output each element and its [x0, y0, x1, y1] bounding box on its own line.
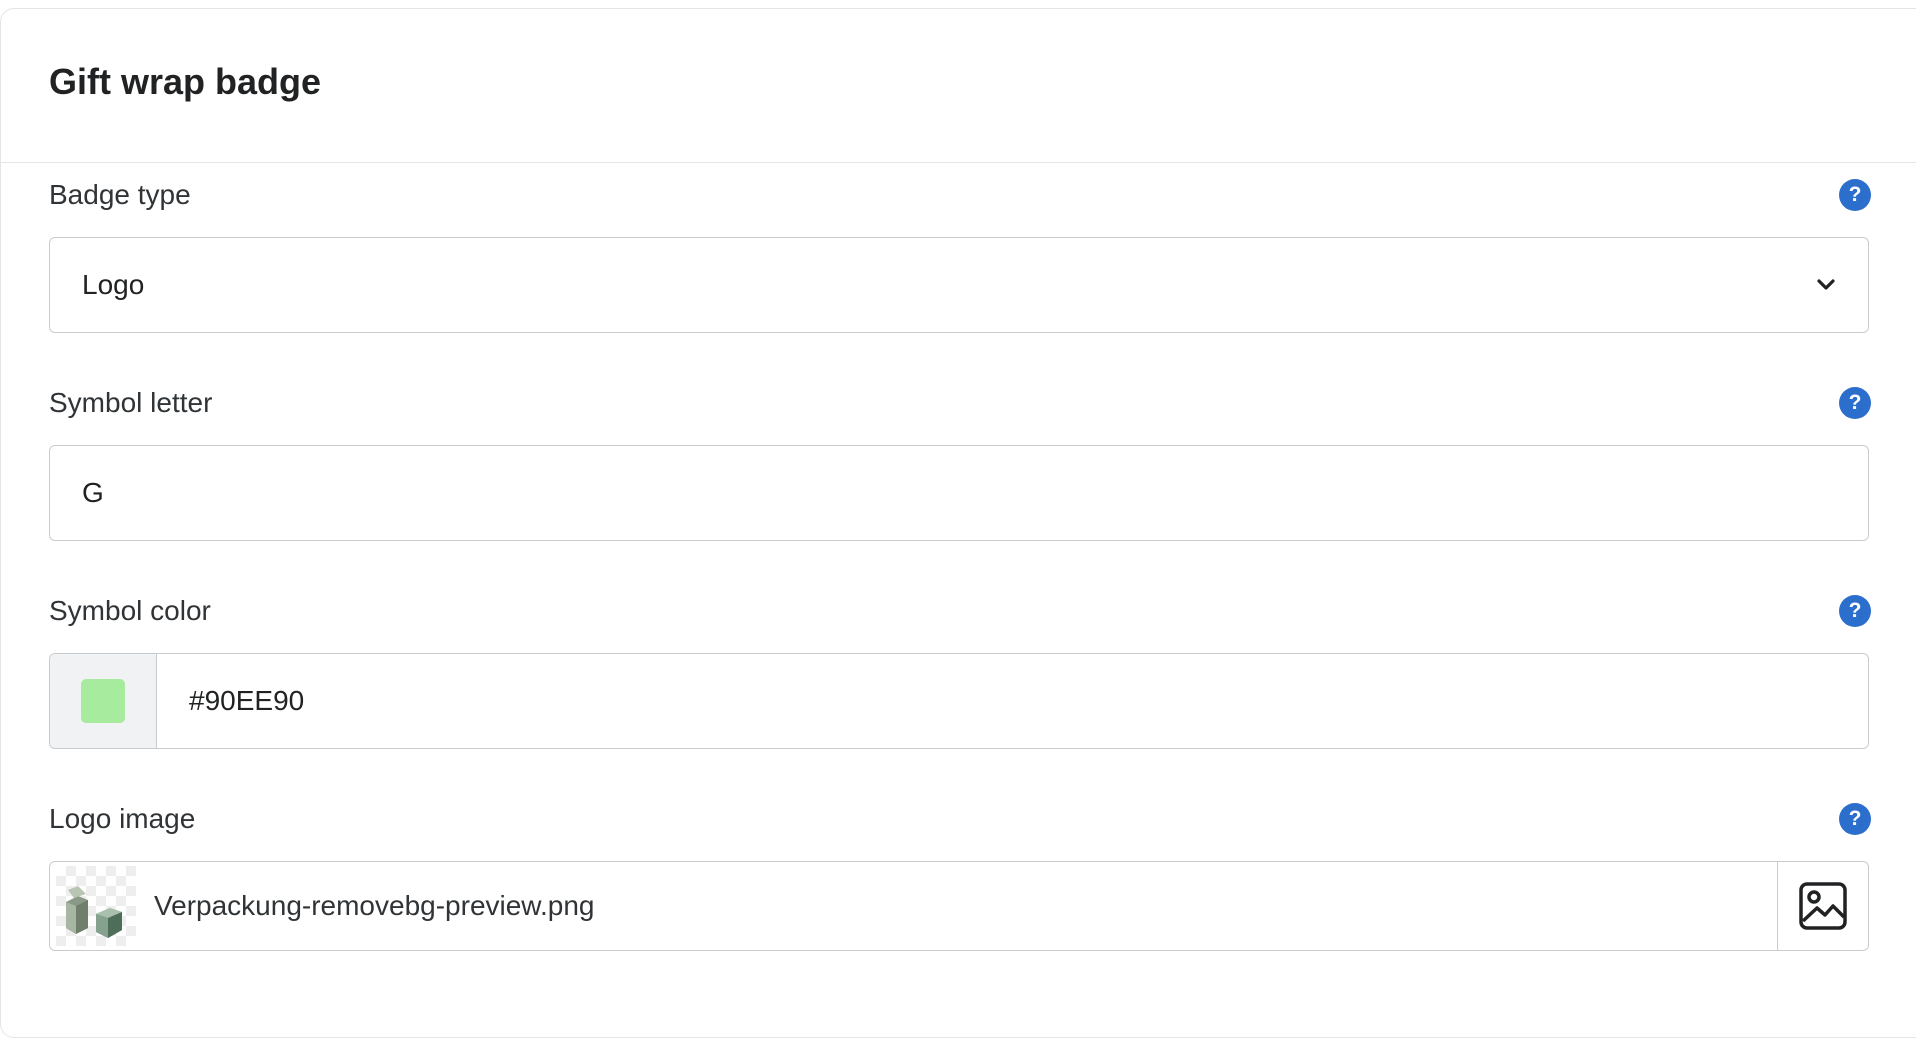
symbol-color-value: #90EE90	[189, 685, 305, 716]
image-icon	[1799, 882, 1847, 930]
badge-type-select[interactable]: Logo	[49, 237, 1869, 333]
symbol-letter-help-icon[interactable]: ?	[1839, 387, 1871, 419]
gift-wrap-badge-card: Gift wrap badge Badge type ? Logo Symbol…	[0, 8, 1916, 1038]
badge-type-field: Badge type ? Logo	[49, 177, 1871, 333]
logo-image-input[interactable]: Verpackung-removebg-preview.png	[49, 861, 1869, 951]
symbol-letter-label: Symbol letter	[49, 387, 213, 418]
symbol-letter-input[interactable]: G	[49, 445, 1869, 541]
chevron-down-icon	[1817, 279, 1835, 290]
symbol-color-label-row: Symbol color ?	[49, 593, 1871, 629]
symbol-color-field: Symbol color ? #90EE90	[49, 593, 1871, 749]
badge-type-selected-value: Logo	[82, 269, 145, 300]
color-swatch-button[interactable]	[50, 654, 157, 748]
logo-thumbnail	[56, 866, 136, 946]
badge-type-help-icon[interactable]: ?	[1839, 179, 1871, 211]
badge-type-label-row: Badge type ?	[49, 177, 1871, 213]
logo-file-name: Verpackung-removebg-preview.png	[154, 890, 595, 921]
symbol-letter-label-row: Symbol letter ?	[49, 385, 1871, 421]
symbol-color-input[interactable]: #90EE90	[49, 653, 1869, 749]
card-header: Gift wrap badge	[1, 9, 1916, 163]
card-title: Gift wrap badge	[49, 60, 322, 102]
logo-image-help-icon[interactable]: ?	[1839, 803, 1871, 835]
badge-type-label: Badge type	[49, 179, 191, 210]
symbol-color-help-icon[interactable]: ?	[1839, 595, 1871, 627]
logo-image-field: Logo image ? Verpackung-removebg-preview…	[49, 801, 1871, 951]
gift-boxes-image	[66, 886, 122, 938]
symbol-color-label: Symbol color	[49, 595, 211, 626]
logo-image-label-row: Logo image ?	[49, 801, 1871, 837]
symbol-letter-field: Symbol letter ? G	[49, 385, 1871, 541]
color-swatch	[81, 679, 125, 723]
logo-image-label: Logo image	[49, 803, 196, 834]
image-picker-button[interactable]	[1777, 862, 1868, 950]
symbol-letter-value: G	[82, 477, 104, 508]
